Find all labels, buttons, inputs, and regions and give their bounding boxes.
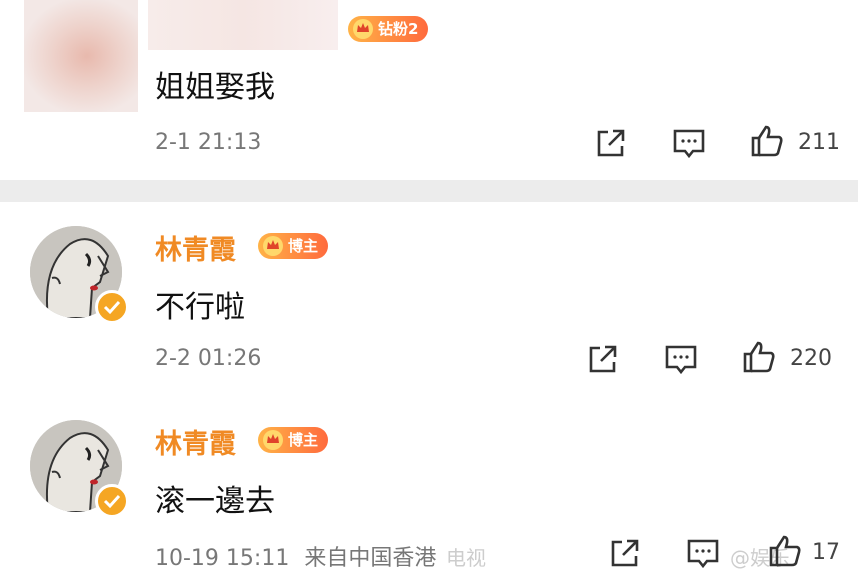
section-divider [0, 180, 858, 202]
share-icon[interactable] [594, 126, 628, 160]
username[interactable]: 林青霞 [155, 422, 236, 461]
like-count: 211 [798, 130, 840, 155]
watermark-left: 电视 [446, 546, 486, 570]
blogger-badge[interactable]: 博主 [258, 233, 329, 259]
share-icon[interactable] [608, 536, 642, 570]
comment-text: 滚一邊去 [155, 484, 275, 519]
comment-item-1: 钻粉2 姐姐娶我 2-1 21:13 211 [0, 0, 858, 180]
time-value: 10-19 15:11 [155, 546, 290, 571]
like-count: 17 [812, 540, 840, 565]
comment-item-3: 林青霞 博主 滚一邊去 10-19 15:11 来自中国香港 电视 @娱乐 17 [0, 392, 858, 580]
comment-time: 2-2 01:26 [155, 346, 262, 371]
fan-badge[interactable]: 钻粉2 [348, 16, 429, 42]
crown-icon [263, 430, 283, 450]
comment-icon[interactable] [686, 536, 720, 570]
badge-label: 钻粉2 [378, 20, 419, 38]
verified-badge [95, 290, 129, 324]
verified-badge [95, 484, 129, 518]
check-icon [103, 300, 121, 315]
username-blurred[interactable] [148, 0, 338, 50]
check-icon [103, 494, 121, 509]
crown-icon [353, 19, 373, 39]
comment-icon[interactable] [664, 342, 698, 376]
avatar[interactable] [24, 0, 138, 112]
like-icon[interactable] [768, 534, 802, 568]
location-label: 来自中国香港 [304, 546, 437, 571]
blogger-badge[interactable]: 博主 [258, 427, 329, 453]
comment-text: 不行啦 [155, 290, 245, 325]
comment-icon[interactable] [672, 126, 706, 160]
like-count: 220 [790, 346, 832, 371]
share-icon[interactable] [586, 342, 620, 376]
like-icon[interactable] [750, 124, 784, 158]
comment-time: 2-1 21:13 [155, 130, 262, 155]
crown-icon [263, 236, 283, 256]
badge-label: 博主 [288, 237, 319, 255]
comment-text: 姐姐娶我 [155, 70, 275, 105]
badge-label: 博主 [288, 431, 319, 449]
comment-time: 10-19 15:11 来自中国香港 [155, 540, 436, 572]
like-icon[interactable] [742, 340, 776, 374]
username[interactable]: 林青霞 [155, 228, 236, 267]
comment-item-2: 林青霞 博主 不行啦 2-2 01:26 220 [0, 202, 858, 392]
